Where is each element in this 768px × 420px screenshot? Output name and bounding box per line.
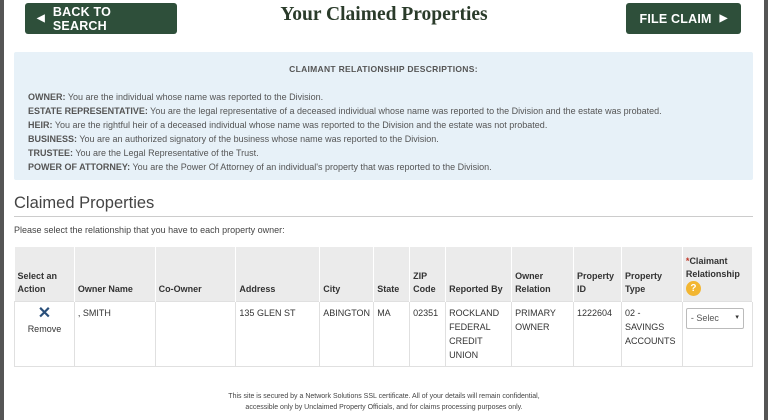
header-owner-name: Owner Name [74, 247, 156, 301]
city-cell: ABINGTON [319, 300, 375, 367]
description-trustee: TRUSTEE: You are the Legal Representativ… [28, 146, 743, 160]
triangle-right-icon: ▶ [719, 12, 728, 24]
header-address: Address [235, 247, 321, 301]
instructions-text: Please select the relationship that you … [14, 225, 285, 235]
claimant-relationship-cell: - Selec ▾ [681, 300, 754, 367]
file-claim-label: FILE CLAIM [639, 11, 712, 26]
top-bar: ◀ BACK TO SEARCH Your Claimed Properties… [0, 0, 768, 44]
claimant-relationship-select[interactable]: - Selec ▾ [685, 307, 744, 329]
table-row: ✕ Remove , SMITH 135 GLEN ST ABINGTON MA… [14, 300, 754, 367]
zip-code-cell: 02351 [409, 300, 447, 367]
file-claim-button[interactable]: FILE CLAIM ▶ [626, 3, 741, 34]
reported-by-cell: ROCKLAND FEDERAL CREDIT UNION [445, 300, 513, 367]
table-header-row: Select an Action Owner Name Co-Owner Add… [14, 247, 754, 301]
chevron-down-icon: ▾ [735, 314, 739, 321]
co-owner-cell [154, 300, 237, 367]
section-title: Claimed Properties [14, 194, 155, 212]
owner-name-cell: , SMITH [73, 300, 156, 367]
descriptions-list: OWNER: You are the individual whose name… [28, 90, 743, 174]
claimant-relationship-label: Claimant Relationship [685, 255, 740, 279]
description-text: You are the Power Of Attorney of an indi… [130, 162, 492, 172]
header-property-type: Property Type [621, 247, 683, 301]
property-id-cell: 1222604 [572, 300, 622, 367]
help-icon[interactable]: ? [685, 280, 701, 296]
description-term: HEIR: [28, 120, 53, 130]
header-select-action: Select an Action [14, 247, 75, 301]
window-edge-left [0, 0, 4, 420]
description-term: ESTATE REPRESENTATIVE: [28, 106, 148, 116]
description-text: You are the legal representative of a de… [147, 106, 662, 116]
description-owner: OWNER: You are the individual whose name… [28, 90, 743, 104]
owner-relation-cell: PRIMARY OWNER [511, 300, 574, 367]
header-city: City [319, 247, 375, 301]
section-divider [14, 216, 753, 217]
header-zip-code: ZIP Code [409, 247, 447, 301]
description-term: TRUSTEE: [28, 148, 73, 158]
header-co-owner: Co-Owner [155, 247, 237, 301]
description-text: You are the individual whose name was re… [65, 92, 324, 102]
description-text: You are the rightful heir of a deceased … [52, 120, 548, 130]
footer-line-1: This site is secured by a Network Soluti… [228, 393, 540, 400]
header-reported-by: Reported By [445, 247, 513, 301]
header-owner-relation: Owner Relation [511, 247, 574, 301]
relationship-descriptions-panel: CLAIMANT RELATIONSHIP DESCRIPTIONS: OWNE… [14, 52, 753, 180]
footer-line-2: accessible only by Unclaimed Property Of… [245, 404, 523, 411]
description-heir: HEIR: You are the rightful heir of a dec… [28, 118, 743, 132]
close-icon[interactable]: ✕ [18, 305, 71, 322]
description-text: You are the Legal Representative of the … [73, 148, 259, 158]
state-cell: MA [373, 300, 411, 367]
claimed-properties-table: Select an Action Owner Name Co-Owner Add… [14, 247, 754, 367]
description-term: OWNER: [28, 92, 66, 102]
description-power-of-attorney: POWER OF ATTORNEY: You are the Power Of … [28, 160, 743, 174]
property-type-cell: 02 - SAVINGS ACCOUNTS [620, 300, 683, 367]
header-state: State [373, 247, 411, 301]
description-term: BUSINESS: [28, 134, 78, 144]
remove-link[interactable]: Remove [28, 324, 62, 334]
select-value: - Selec [690, 313, 719, 323]
address-cell: 135 GLEN ST [235, 300, 321, 367]
descriptions-title: CLAIMANT RELATIONSHIP DESCRIPTIONS: [289, 64, 478, 74]
security-footer: This site is secured by a Network Soluti… [0, 391, 768, 413]
window-edge-right [764, 0, 768, 420]
remove-action[interactable]: ✕ Remove [14, 300, 75, 367]
description-business: BUSINESS: You are an authorized signator… [28, 132, 743, 146]
header-property-id: Property ID [573, 247, 622, 301]
description-estate-representative: ESTATE REPRESENTATIVE: You are the legal… [28, 104, 743, 118]
header-claimant-relationship: *Claimant Relationship ? [682, 247, 754, 301]
description-term: POWER OF ATTORNEY: [28, 162, 131, 172]
description-text: You are an authorized signatory of the b… [77, 134, 439, 144]
